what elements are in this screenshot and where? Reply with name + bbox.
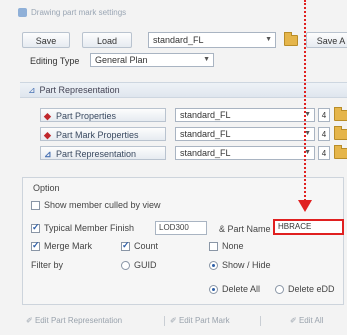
show-hide-label: Show / Hide (222, 260, 271, 270)
folder-icon[interactable] (334, 107, 347, 121)
merge-mark-label: Merge Mark (44, 241, 93, 251)
part-representation-header[interactable]: ⊿ Part Representation (20, 82, 347, 98)
arrow-down-icon (298, 200, 312, 212)
edit-part-representation-label: Edit Part Representation (34, 316, 123, 325)
part-properties-number[interactable]: 4 (318, 108, 330, 122)
edit-all-button[interactable]: ✐ Edit All (290, 316, 323, 325)
app-icon (18, 8, 27, 18)
part-properties-button[interactable]: ◆ Part Properties (40, 108, 166, 122)
merge-mark-box (31, 240, 40, 251)
edit-all-label: Edit All (298, 316, 324, 325)
folder-icon[interactable] (284, 32, 298, 46)
editing-type-select[interactable]: General Plan ▼ (90, 53, 214, 67)
part-mark-properties-button[interactable]: ◆ Part Mark Properties (40, 127, 166, 141)
part-mark-properties-label: Part Mark Properties (56, 130, 139, 140)
merge-mark-checkbox[interactable]: Merge Mark (31, 240, 93, 251)
annotation-line (304, 0, 306, 204)
none-label: None (222, 241, 244, 251)
edit-part-mark-label: Edit Part Mark (178, 316, 230, 325)
delete-all-radio-dot (209, 284, 218, 294)
part-representation-row: ⊿ Part Representation standard_FL ▼ 4 (20, 145, 347, 162)
delete-edit-label: Delete eDD (288, 284, 335, 294)
part-mark-properties-number[interactable]: 4 (318, 127, 330, 141)
part-representation-title: Part Representation (39, 85, 120, 95)
window-title-text: Drawing part mark settings (31, 8, 127, 17)
divider (260, 316, 261, 326)
part-representation-label: Part Representation (56, 149, 137, 159)
edit-part-mark-button[interactable]: ✐ Edit Part Mark (170, 316, 230, 325)
part-properties-icon: ◆ (44, 111, 51, 121)
folder-icon[interactable] (334, 126, 347, 140)
editing-type-value: General Plan (95, 55, 148, 65)
save-as-button[interactable]: Save A (306, 32, 347, 48)
show-hide-radio[interactable]: Show / Hide (209, 260, 271, 270)
typical-member-input[interactable]: LOD300 (155, 221, 207, 235)
part-name-label: & Part Name (219, 224, 271, 234)
part-properties-select[interactable]: standard_FL ▼ (175, 108, 315, 122)
part-representation-button[interactable]: ⊿ Part Representation (40, 146, 166, 160)
settings-select[interactable]: standard_FL ▼ (148, 32, 276, 48)
part-representation-icon: ⊿ (28, 85, 36, 95)
load-button[interactable]: Load (82, 32, 132, 48)
guid-radio[interactable]: GUID (121, 260, 157, 270)
save-button[interactable]: Save (22, 32, 70, 48)
show-member-box (31, 200, 40, 210)
filter-by-label: Filter by (31, 260, 64, 270)
part-properties-label: Part Properties (56, 111, 117, 121)
editing-type-row: Editing Type General Plan ▼ (30, 53, 230, 69)
settings-toolbar: Save Load standard_FL ▼ Save A (22, 32, 347, 50)
part-representation-row-icon: ⊿ (44, 149, 52, 159)
part-mark-icon: ◆ (44, 130, 51, 140)
part-mark-properties-value: standard_FL (180, 129, 231, 139)
typical-member-checkbox[interactable]: Typical Member Finish (31, 222, 135, 233)
part-representation-number[interactable]: 4 (318, 146, 330, 160)
part-name-input[interactable]: HBRACE (273, 219, 344, 235)
bottom-toolbar: ✐ Edit Part Representation ✐ Edit Part M… (22, 314, 344, 330)
divider (164, 316, 165, 326)
guid-radio-dot (121, 260, 130, 270)
show-hide-radio-dot (209, 260, 218, 270)
show-member-label: Show member culled by view (44, 200, 161, 210)
part-properties-value: standard_FL (180, 110, 231, 120)
delete-edit-radio-dot (275, 284, 284, 294)
none-checkbox[interactable]: None (209, 241, 244, 251)
option-panel: Option Show member culled by view Typica… (22, 177, 344, 305)
delete-all-radio[interactable]: Delete All (209, 284, 260, 294)
window-title: Drawing part mark settings (18, 6, 338, 20)
chevron-down-icon: ▼ (203, 56, 210, 63)
typical-member-label: Typical Member Finish (44, 223, 135, 233)
part-properties-row: ◆ Part Properties standard_FL ▼ 4 (20, 107, 347, 124)
count-box (121, 240, 130, 251)
folder-icon[interactable] (334, 145, 347, 159)
guid-label: GUID (134, 260, 157, 270)
show-member-checkbox[interactable]: Show member culled by view (31, 200, 161, 210)
count-checkbox[interactable]: Count (121, 240, 159, 251)
part-representation-value: standard_FL (180, 148, 231, 158)
part-mark-properties-select[interactable]: standard_FL ▼ (175, 127, 315, 141)
editing-type-label: Editing Type (30, 56, 80, 66)
none-box (209, 241, 218, 251)
count-label: Count (134, 241, 159, 251)
delete-edit-radio[interactable]: Delete eDD (275, 284, 335, 294)
part-mark-properties-row: ◆ Part Mark Properties standard_FL ▼ 4 (20, 126, 347, 143)
edit-part-representation-button[interactable]: ✐ Edit Part Representation (26, 316, 122, 325)
option-title: Option (33, 183, 60, 193)
typical-member-box (31, 222, 40, 233)
chevron-down-icon: ▼ (265, 36, 272, 43)
part-representation-select[interactable]: standard_FL ▼ (175, 146, 315, 160)
delete-all-label: Delete All (222, 284, 261, 294)
settings-select-value: standard_FL (153, 35, 204, 45)
